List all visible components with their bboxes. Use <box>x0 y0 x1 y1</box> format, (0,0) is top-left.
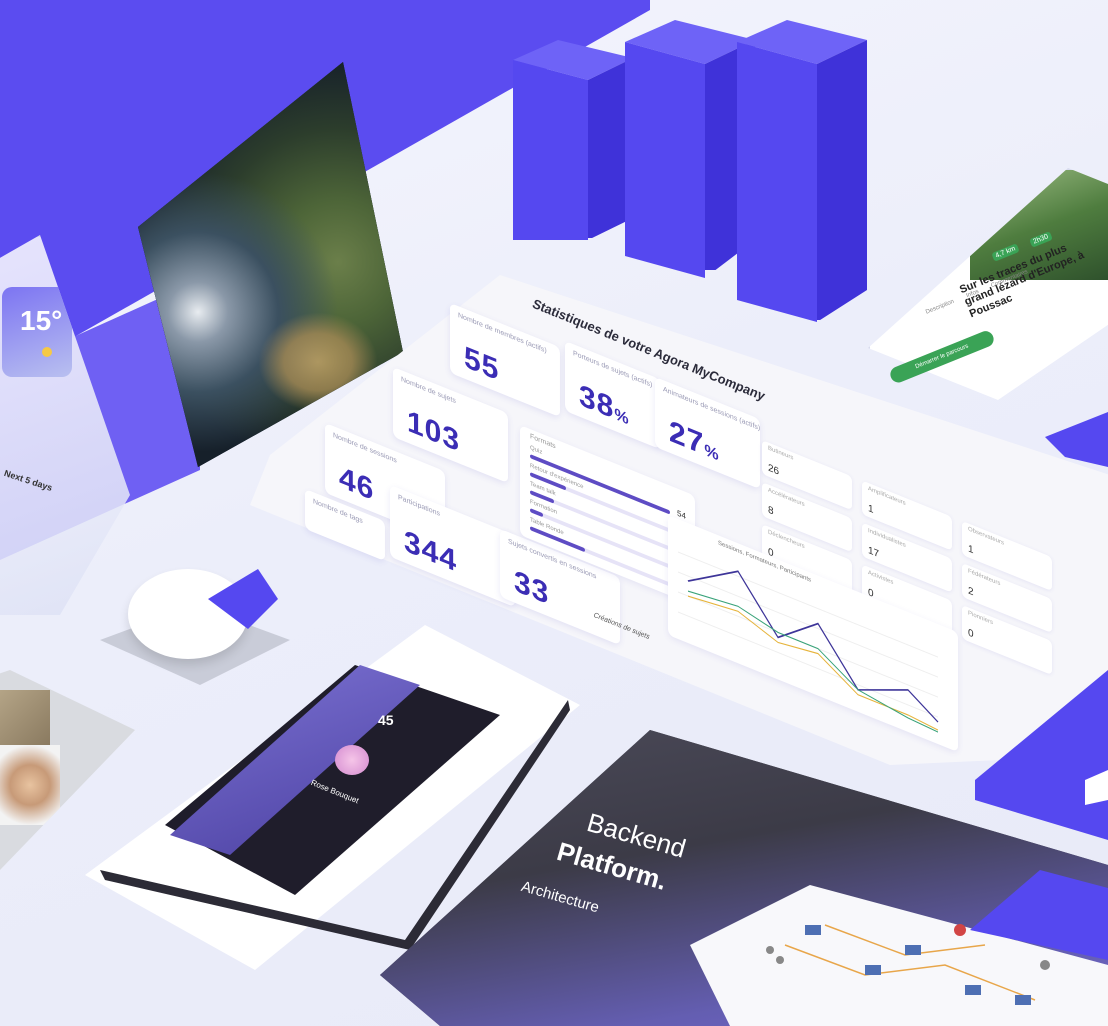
temperature-text: 15° <box>20 305 63 336</box>
track-number: 45 <box>378 712 394 728</box>
stat-topic-holders-value: 38 <box>579 378 615 426</box>
participant-photo-1 <box>0 690 50 745</box>
architecture-diagram <box>766 924 1050 1005</box>
bar-block-2 <box>625 20 755 280</box>
flower-image <box>335 745 369 775</box>
stat-session-hosts-value: 27 <box>669 414 705 462</box>
participant-photo-2 <box>0 745 60 825</box>
sun-icon <box>42 347 52 357</box>
bar-block-1 <box>513 40 633 240</box>
